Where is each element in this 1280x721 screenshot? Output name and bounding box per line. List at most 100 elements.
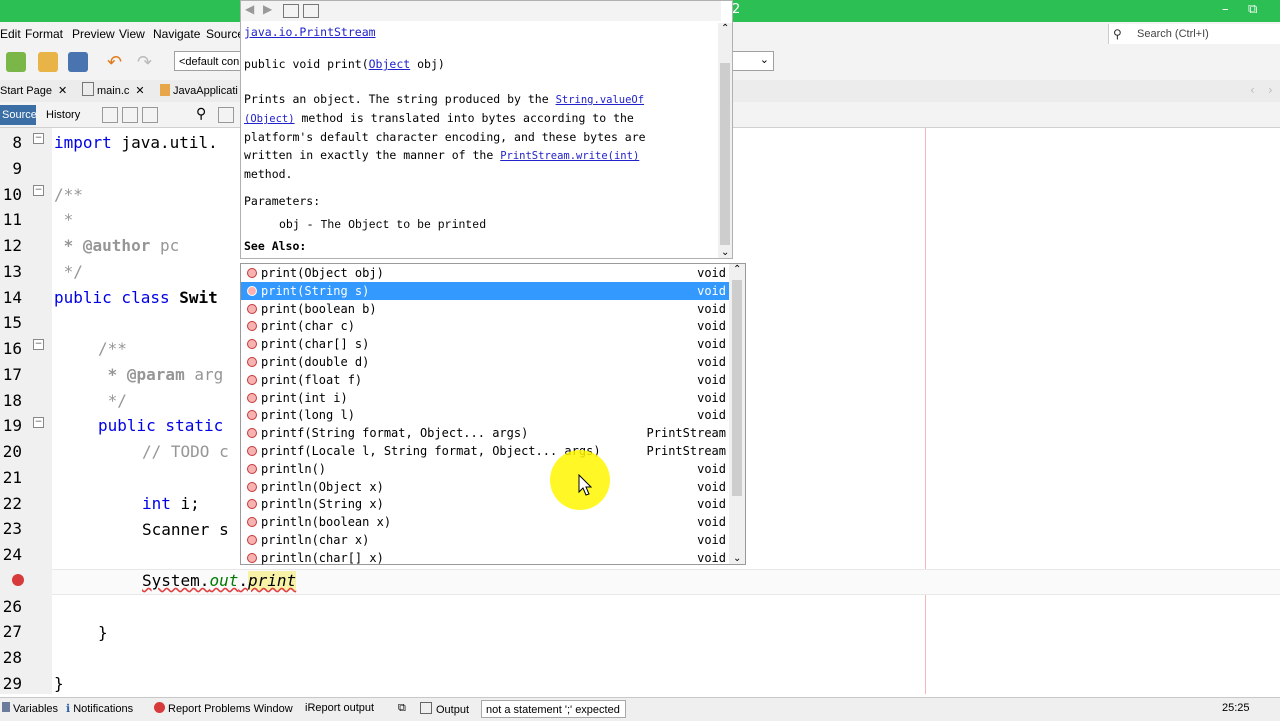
tab-label: JavaApplicati	[173, 85, 238, 97]
open-project-icon[interactable]	[38, 52, 58, 72]
doc-scrollbar[interactable]: ⌃ ⌄	[718, 23, 732, 258]
undo-icon[interactable]: ↶	[107, 52, 127, 73]
desc-link[interactable]: String.valueOf	[556, 94, 645, 106]
last-edit-icon[interactable]	[122, 107, 138, 123]
minimize-icon[interactable]: –	[1222, 2, 1229, 17]
tab-java-application[interactable]: JavaApplicati	[160, 82, 238, 101]
close-icon[interactable]: ✕	[58, 85, 67, 97]
fold-toggle-icon[interactable]: −	[33, 133, 44, 144]
source-button[interactable]: Source	[0, 105, 37, 125]
tab-scroll-left-icon[interactable]: ‹	[1250, 83, 1255, 97]
tab-main-c[interactable]: main.c ✕	[82, 82, 145, 101]
code-line-18[interactable]: */	[98, 391, 127, 410]
code-line-23[interactable]: Scanner s	[142, 520, 229, 539]
javadoc-popup[interactable]: ◀ ▶ java.io.PrintStream public void prin…	[240, 0, 733, 259]
completion-scrollbar[interactable]: ⌃ ⌄	[729, 264, 745, 564]
line-number: 18	[2, 391, 22, 410]
forward-icon[interactable]: ▶	[263, 2, 272, 16]
code-line-8[interactable]: import java.util.	[54, 133, 218, 152]
line-number: 29	[2, 674, 22, 693]
code-line-25[interactable]: System.out.print	[142, 571, 297, 590]
completion-item[interactable]: println() void	[241, 460, 729, 478]
fold-toggle-icon[interactable]: −	[33, 339, 44, 350]
code-line-17[interactable]: * @param arg	[98, 365, 224, 384]
completion-item[interactable]: print(char c) void	[241, 317, 729, 335]
completion-item[interactable]: print(char[] s) void	[241, 335, 729, 353]
scroll-down-icon[interactable]: ⌄	[733, 553, 741, 564]
fold-toggle-icon[interactable]: −	[33, 185, 44, 196]
ireport-output-tab[interactable]: iReport output	[305, 702, 374, 714]
completion-item[interactable]: println(char x) void	[241, 531, 729, 549]
code-line-14[interactable]: public class Swit	[54, 288, 218, 307]
new-file-icon[interactable]	[6, 52, 26, 72]
open-browser-icon[interactable]	[283, 4, 299, 18]
code-line-12[interactable]: * @author pc	[54, 236, 180, 255]
signature-type-link[interactable]: Object	[369, 57, 411, 71]
code-line-11[interactable]: *	[54, 210, 74, 229]
code-line-29[interactable]: }	[54, 674, 64, 693]
desc-link[interactable]: (Object)	[244, 113, 295, 125]
code-line-27[interactable]: }	[98, 623, 108, 642]
code-line-22[interactable]: int i;	[142, 494, 200, 513]
code-line-13[interactable]: */	[54, 262, 83, 281]
code-line-20[interactable]: // TODO c	[142, 442, 229, 461]
search-input[interactable]: ⚲ Search (Ctrl+I)	[1108, 24, 1280, 44]
history-button[interactable]: History	[46, 105, 80, 125]
code-text: java.util.	[111, 133, 218, 152]
completion-item[interactable]: printf(String format, Object... args) Pri…	[241, 424, 729, 442]
completion-item[interactable]: print(Object obj) void	[241, 264, 729, 282]
output-tab[interactable]: Output	[420, 702, 469, 716]
completion-signature: println()	[261, 462, 327, 476]
redo-icon[interactable]: ↷	[137, 52, 157, 73]
menu-format[interactable]: Format	[25, 27, 63, 41]
menu-navigate[interactable]: Navigate	[153, 27, 200, 41]
doc-scroll-thumb[interactable]	[720, 63, 730, 245]
find-icon[interactable]: ⚲	[196, 106, 206, 122]
completion-item[interactable]: print(boolean b) void	[241, 300, 729, 318]
forward-icon[interactable]	[142, 107, 158, 123]
doc-class-link[interactable]: java.io.PrintStream	[244, 25, 376, 39]
menu-edit[interactable]: Edit	[0, 27, 21, 41]
close-icon[interactable]: ✕	[135, 85, 144, 97]
completion-scroll-thumb[interactable]	[732, 280, 742, 496]
signature-text: obj)	[410, 57, 445, 71]
scroll-down-icon[interactable]: ⌄	[721, 247, 729, 258]
config-dropdown[interactable]: ⌄	[732, 51, 774, 71]
report-problems-tab[interactable]: Report Problems Window	[154, 702, 293, 715]
completion-item[interactable]: print(int i) void	[241, 389, 729, 407]
completion-item[interactable]: print(float f) void	[241, 371, 729, 389]
menu-view[interactable]: View	[119, 27, 145, 41]
completion-item[interactable]: println(String x) void	[241, 495, 729, 513]
back-icon[interactable]	[102, 107, 118, 123]
code-line-10[interactable]: /**	[54, 185, 83, 204]
code-line-16[interactable]: /**	[98, 339, 127, 358]
menu-preview[interactable]: Preview	[72, 27, 115, 41]
code-completion-list[interactable]: print(Object obj) void print(String s) void…	[240, 263, 746, 565]
save-all-icon[interactable]	[68, 52, 88, 72]
fold-toggle-icon[interactable]: −	[33, 417, 44, 428]
desc-link[interactable]: PrintStream.write(int)	[500, 150, 639, 162]
completion-item[interactable]: println(boolean x) void	[241, 513, 729, 531]
completion-item[interactable]: print(double d) void	[241, 353, 729, 371]
scroll-up-icon[interactable]: ⌃	[733, 264, 741, 275]
variables-tab[interactable]: Variables	[2, 702, 58, 715]
menu-source[interactable]: Source	[206, 27, 244, 41]
restore-icon[interactable]: ⧉	[1248, 2, 1257, 17]
tab-start-page[interactable]: Start Page ✕	[0, 82, 67, 101]
restore-window-icon[interactable]: ⧉	[398, 702, 406, 715]
open-source-icon[interactable]	[303, 4, 319, 18]
completion-item[interactable]: println(char[] x) void	[241, 549, 729, 567]
completion-item[interactable]: print(long l) void	[241, 406, 729, 424]
tab-scroll-right-icon[interactable]: ›	[1268, 83, 1273, 97]
scroll-up-icon[interactable]: ⌃	[721, 23, 729, 34]
config-select[interactable]: <default con	[174, 51, 244, 71]
back-icon[interactable]: ◀	[245, 2, 254, 16]
completion-item[interactable]: printf(Locale l, String format, Object..…	[241, 442, 729, 460]
keyword: import	[54, 133, 112, 152]
code-line-19[interactable]: public static	[98, 416, 223, 435]
error-icon[interactable]	[12, 574, 24, 586]
find-previous-icon[interactable]	[218, 107, 234, 123]
completion-item[interactable]: print(String s) void	[241, 282, 729, 300]
notifications-tab[interactable]: ℹ Notifications	[66, 702, 133, 715]
completion-item[interactable]: println(Object x) void	[241, 478, 729, 496]
